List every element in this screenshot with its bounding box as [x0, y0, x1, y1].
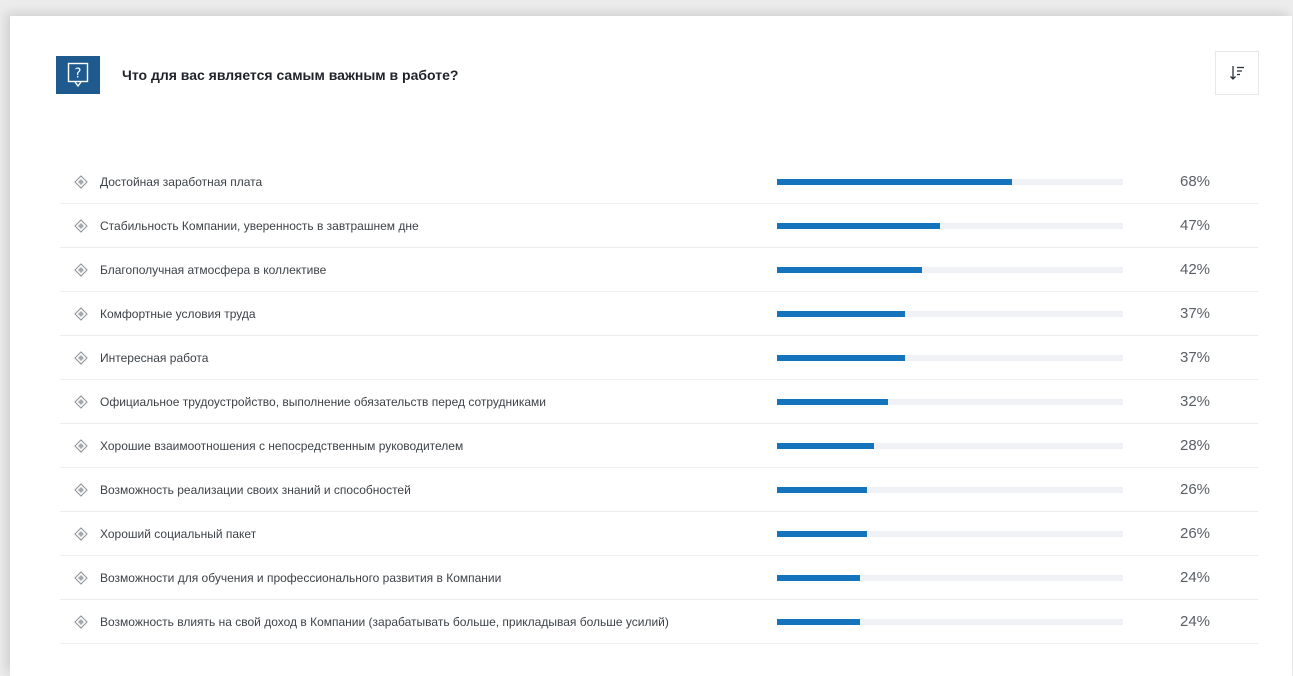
answer-bar-track	[777, 399, 1123, 405]
question-card: ? Что для вас является самым важным в ра…	[10, 16, 1292, 676]
answer-bar-track	[777, 487, 1123, 493]
answer-bar-track	[777, 311, 1123, 317]
answer-diamond-icon	[74, 527, 88, 541]
answer-diamond-icon	[74, 175, 88, 189]
question-title: Что для вас является самым важным в рабо…	[122, 67, 459, 83]
answer-bar-fill	[777, 355, 906, 361]
answer-label: Интересная работа	[100, 351, 209, 365]
answer-row: Комфортные условия труда 37%	[60, 292, 1258, 336]
answer-row: Интересная работа 37%	[60, 336, 1258, 380]
answer-bar-track	[777, 531, 1123, 537]
sort-descending-icon	[1230, 66, 1244, 80]
answer-label: Хороший социальный пакет	[100, 527, 257, 541]
answer-row: Официальное трудоустройство, выполнение …	[60, 380, 1258, 424]
answer-percent: 37%	[1180, 349, 1211, 366]
answer-bar-fill	[777, 399, 888, 405]
answer-percent: 26%	[1180, 481, 1211, 498]
answer-bar-fill	[777, 487, 867, 493]
answer-diamond-icon	[74, 307, 88, 321]
answer-bar-fill	[777, 267, 923, 273]
answer-label: Возможность влиять на свой доход в Компа…	[100, 615, 669, 629]
answer-diamond-icon	[74, 439, 88, 453]
answer-row: Достойная заработная плата 68%	[60, 160, 1258, 204]
answer-row: Возможности для обучения и профессиональ…	[60, 556, 1258, 600]
answer-label: Хорошие взаимоотношения с непосредственн…	[100, 439, 464, 453]
answer-bar-fill	[777, 575, 861, 581]
answer-bar-track	[777, 223, 1123, 229]
answer-label: Официальное трудоустройство, выполнение …	[100, 395, 546, 409]
answer-bar-track	[777, 619, 1123, 625]
answer-label: Возможности для обучения и профессиональ…	[100, 571, 502, 585]
answer-bar-track	[777, 575, 1123, 581]
answer-label: Комфортные условия труда	[100, 307, 256, 321]
answer-diamond-icon	[74, 395, 88, 409]
answer-row: Возможность влиять на свой доход в Компа…	[60, 600, 1258, 644]
answer-list: Достойная заработная плата 68% Стабильност…	[60, 160, 1258, 644]
answer-bar-fill	[777, 619, 861, 625]
answer-percent: 26%	[1180, 525, 1211, 542]
answer-percent: 28%	[1180, 437, 1211, 454]
answer-bar-fill	[777, 443, 874, 449]
answer-percent: 42%	[1180, 261, 1211, 278]
answer-row: Хорошие взаимоотношения с непосредственн…	[60, 424, 1258, 468]
answer-bar-fill	[777, 311, 906, 317]
answer-bar-fill	[777, 223, 940, 229]
answer-bar-fill	[777, 179, 1013, 185]
answer-label: Стабильность Компании, уверенность в зав…	[100, 219, 419, 233]
answer-row: Стабильность Компании, уверенность в зав…	[60, 204, 1258, 248]
answer-label: Благополучная атмосфера в коллективе	[100, 263, 327, 277]
answer-percent: 47%	[1180, 217, 1211, 234]
answer-percent: 24%	[1180, 569, 1211, 586]
answer-bar-fill	[777, 531, 867, 537]
answer-row: Возможность реализации своих знаний и сп…	[60, 468, 1258, 512]
answer-bar-track	[777, 179, 1123, 185]
answer-percent: 68%	[1180, 173, 1211, 190]
answer-row: Хороший социальный пакет 26%	[60, 512, 1258, 556]
answer-bar-track	[777, 355, 1123, 361]
answer-diamond-icon	[74, 615, 88, 629]
answer-diamond-icon	[74, 571, 88, 585]
sort-button[interactable]	[1215, 51, 1259, 95]
answer-diamond-icon	[74, 263, 88, 277]
answer-bar-track	[777, 267, 1123, 273]
question-bubble-icon: ?	[56, 56, 100, 94]
answer-diamond-icon	[74, 483, 88, 497]
answer-percent: 32%	[1180, 393, 1211, 410]
answer-percent: 37%	[1180, 305, 1211, 322]
answer-bar-track	[777, 443, 1123, 449]
answer-label: Возможность реализации своих знаний и сп…	[100, 483, 411, 497]
answer-diamond-icon	[74, 219, 88, 233]
answer-percent: 24%	[1180, 613, 1211, 630]
answer-label: Достойная заработная плата	[100, 175, 263, 189]
answer-diamond-icon	[74, 351, 88, 365]
answer-row: Благополучная атмосфера в коллективе 42%	[60, 248, 1258, 292]
svg-text:?: ?	[75, 67, 82, 82]
